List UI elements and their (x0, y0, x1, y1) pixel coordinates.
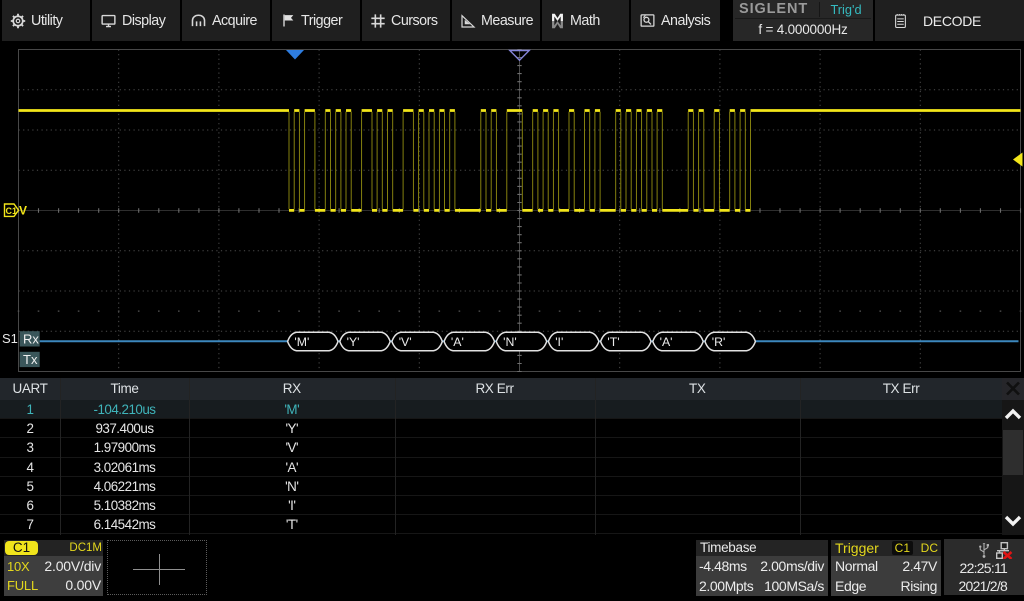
svg-text:C1: C1 (6, 206, 18, 216)
svg-text:'R': 'R' (712, 335, 726, 349)
svg-text:'A': 'A' (660, 335, 673, 349)
svg-text:'Y': 'Y' (347, 335, 360, 349)
svg-text:Tx: Tx (23, 352, 38, 367)
svg-text:'T': 'T' (607, 335, 619, 349)
svg-text:'M': 'M' (294, 335, 309, 349)
svg-text:'V': 'V' (399, 335, 412, 349)
svg-text:'I': 'I' (555, 335, 563, 349)
svg-text:'N': 'N' (503, 335, 517, 349)
svg-text:S1: S1 (2, 331, 18, 346)
svg-text:'A': 'A' (451, 335, 464, 349)
svg-text:V: V (19, 204, 27, 218)
svg-text:Rx: Rx (23, 331, 39, 346)
